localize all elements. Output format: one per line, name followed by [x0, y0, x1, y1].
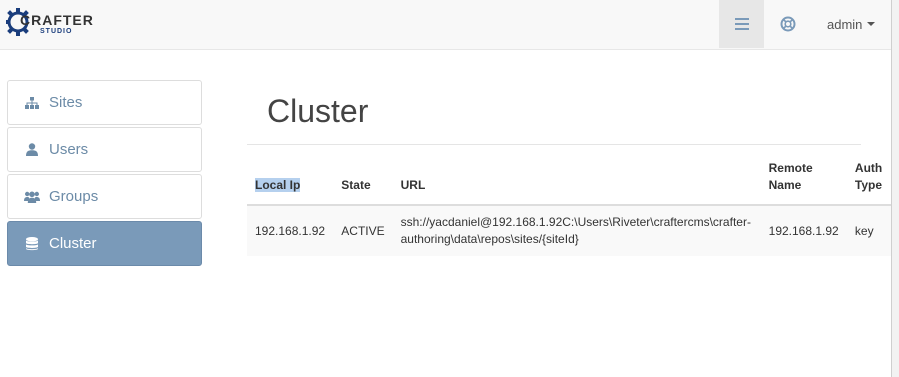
cell-local-ip: 192.168.1.92 [247, 205, 334, 256]
sidebar-item-label: Cluster [49, 235, 97, 252]
sidebar-item-cluster[interactable]: Cluster [7, 221, 202, 266]
user-icon [24, 142, 40, 158]
user-menu[interactable]: admin [812, 0, 890, 48]
logo-subtext: STUDIO [40, 28, 73, 35]
table-row: 192.168.1.92 ACTIVE ssh://yacdaniel@192.… [247, 205, 891, 256]
window-edge [891, 0, 899, 377]
cell-remote-name: 192.168.1.92 [760, 205, 847, 256]
column-header-url[interactable]: URL [392, 152, 761, 206]
column-header-local-ip[interactable]: Local Ip [247, 152, 334, 206]
logo-text: CRAFTER [20, 12, 94, 28]
column-header-auth-type[interactable]: Auth Type [846, 152, 891, 206]
crafter-logo[interactable]: CRAFTER STUDIO [6, 2, 93, 42]
user-label: admin [827, 16, 863, 32]
title-divider [247, 144, 861, 145]
sidebar-item-label: Users [49, 141, 89, 158]
page-title: Cluster [267, 93, 369, 129]
menu-button[interactable] [719, 0, 764, 48]
column-header-state[interactable]: State [333, 152, 393, 206]
cell-auth-type: key [846, 205, 891, 256]
lifebuoy-icon [780, 16, 796, 32]
sidebar: Sites Users Groups Cluster [7, 80, 202, 268]
column-header-remote-name[interactable]: Remote Name [760, 152, 847, 206]
cluster-table: Local Ip State URL Remote Name Auth Type… [247, 152, 891, 256]
sitemap-icon [24, 95, 40, 111]
sidebar-item-label: Groups [49, 188, 99, 205]
sidebar-item-sites[interactable]: Sites [7, 80, 202, 125]
sidebar-item-groups[interactable]: Groups [7, 174, 202, 219]
sidebar-item-users[interactable]: Users [7, 127, 202, 172]
users-icon [24, 189, 40, 205]
top-navbar: CRAFTER STUDIO admin [0, 0, 891, 50]
sidebar-item-label: Sites [49, 94, 83, 111]
table-header-row: Local Ip State URL Remote Name Auth Type [247, 152, 891, 206]
cell-state: ACTIVE [333, 205, 393, 256]
help-button[interactable] [766, 0, 810, 48]
cell-url: ssh://yacdaniel@192.168.1.92C:\Users\Riv… [392, 205, 761, 256]
database-icon [24, 236, 40, 252]
cluster-table-container: Local Ip State URL Remote Name Auth Type… [247, 152, 891, 258]
hamburger-icon [734, 18, 749, 30]
caret-down-icon [867, 22, 876, 26]
